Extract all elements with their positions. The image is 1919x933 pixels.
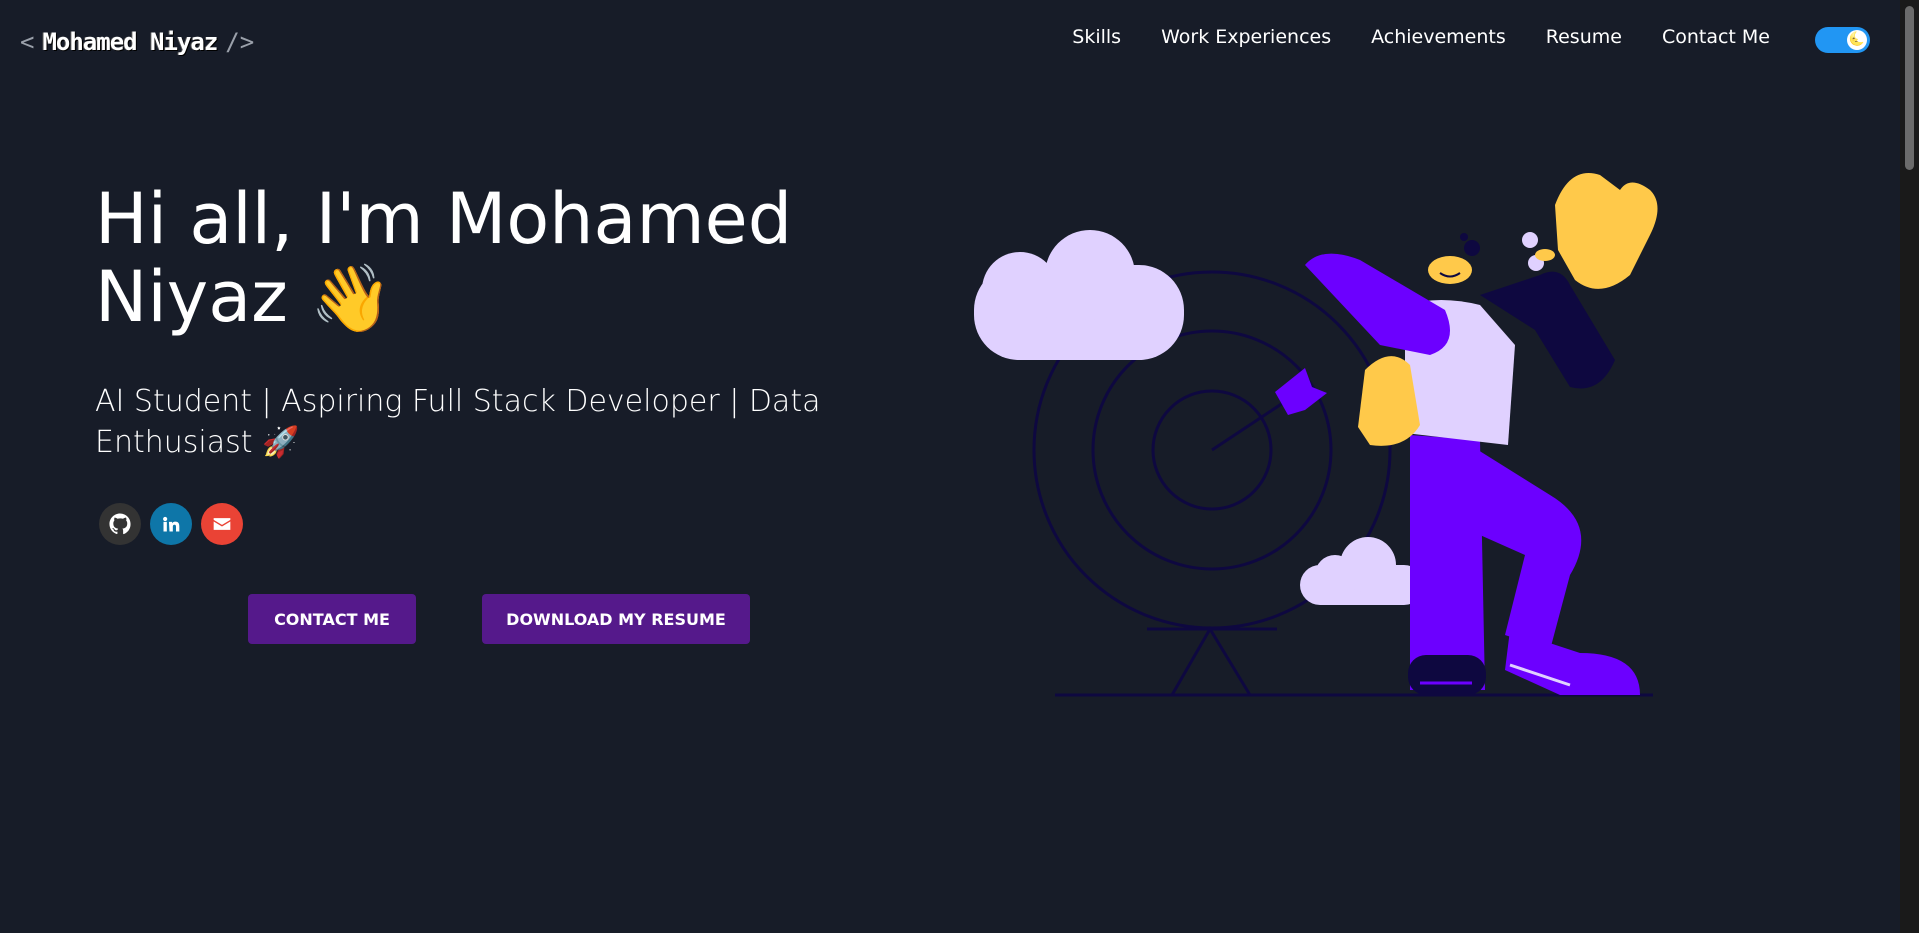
github-icon[interactable] [99,503,141,545]
hero-title-text: Hi all, I'm Mohamed Niyaz [95,178,793,338]
nav-resume[interactable]: Resume [1546,26,1622,48]
hero-title: Hi all, I'm Mohamed Niyaz 👋 [95,180,855,338]
logo-close-bracket: /> [225,28,255,56]
nav-work-experiences[interactable]: Work Experiences [1161,26,1331,48]
gmail-icon[interactable] [201,503,243,545]
rocket-emoji-icon: 🚀 [262,425,300,460]
cloud-icon [974,230,1184,360]
theme-toggle[interactable]: 🌜 [1815,27,1870,53]
nav-contact-me[interactable]: Contact Me [1662,26,1770,48]
main-nav: Skills Work Experiences Achievements Res… [1072,26,1770,48]
download-resume-button[interactable]: DOWNLOAD MY RESUME [482,594,750,644]
cloud-small-icon [1300,537,1424,605]
moon-icon: 🌜 [1847,30,1867,50]
nav-achievements[interactable]: Achievements [1371,26,1506,48]
page-scrollbar[interactable] [1900,0,1919,933]
linkedin-icon[interactable] [150,503,192,545]
hero-subtitle: AI Student | Aspiring Full Stack Develop… [95,381,855,463]
social-links [99,503,243,545]
wave-emoji-icon: 👋 [310,260,393,337]
logo-name: Mohamed Niyaz [42,28,218,56]
contact-me-button[interactable]: CONTACT ME [248,594,416,644]
logo-open-bracket: < [20,28,35,56]
scrollbar-thumb[interactable] [1905,6,1914,170]
hero-illustration [974,173,1658,697]
site-header: < Mohamed Niyaz /> Skills Work Experienc… [0,0,1900,80]
nav-skills[interactable]: Skills [1072,26,1121,48]
site-logo[interactable]: < Mohamed Niyaz /> [20,28,254,56]
hero-subtitle-text: AI Student | Aspiring Full Stack Develop… [95,384,821,460]
